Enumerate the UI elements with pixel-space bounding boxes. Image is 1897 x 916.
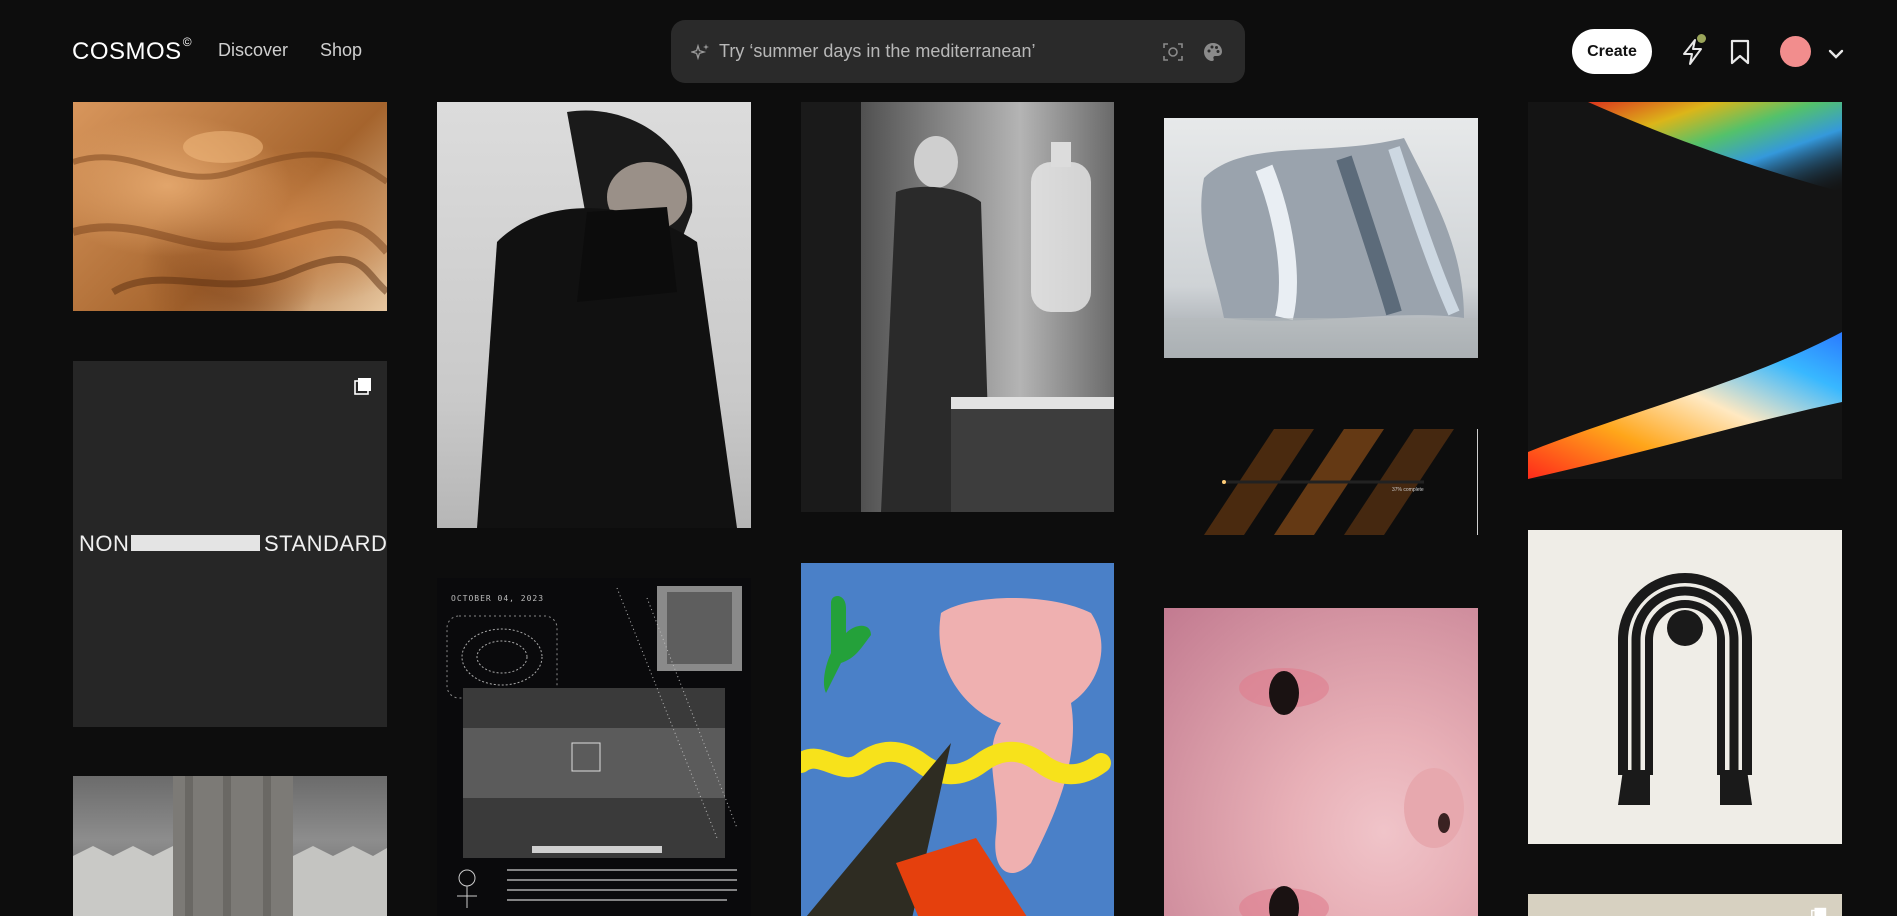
- progress-caption: 37% complete: [1392, 487, 1424, 493]
- cosmos-logo[interactable]: COSMOS©: [72, 35, 193, 66]
- multi-image-icon: [354, 378, 371, 395]
- image-tile-lab-scientist[interactable]: [801, 102, 1114, 512]
- image-tile-woman-portrait[interactable]: [437, 102, 751, 528]
- top-bar: COSMOS© Discover Shop Create: [0, 0, 1897, 102]
- censor-bar: [131, 535, 260, 551]
- image-tile-arch-hands[interactable]: [1528, 530, 1842, 844]
- create-button[interactable]: Create: [1572, 29, 1652, 74]
- arch-hands-graphic: [1618, 573, 1752, 805]
- prism-shapes: [1528, 102, 1842, 479]
- standard-text: STANDARD: [264, 531, 387, 556]
- image-tile-prism-light[interactable]: [1528, 102, 1842, 479]
- sparkle-icon: [691, 43, 709, 61]
- image-tile-data-poster[interactable]: OCTOBER 04, 2023: [437, 578, 751, 916]
- logo-mark: ©: [182, 35, 193, 49]
- visual-search-icon[interactable]: [1162, 41, 1184, 63]
- notification-dot: [1697, 34, 1706, 43]
- metal-shapes: [1164, 138, 1478, 358]
- image-tile-beige[interactable]: [1528, 894, 1842, 916]
- search-bar[interactable]: [671, 20, 1245, 83]
- non-text: NON: [79, 531, 130, 556]
- orange-streaks: [1204, 429, 1454, 535]
- lab-shapes: [801, 102, 1114, 512]
- chevron-down-icon[interactable]: [1828, 48, 1844, 60]
- image-tile-textile[interactable]: [73, 776, 387, 916]
- poster-graphics: [446, 586, 742, 908]
- image-tile-sand-sculpture[interactable]: [73, 102, 387, 311]
- bookmark-icon[interactable]: [1729, 38, 1751, 66]
- portrait-shapes: [477, 110, 737, 528]
- logo-text: COSMOS: [72, 38, 182, 65]
- avatar[interactable]: [1780, 36, 1811, 67]
- palette-icon[interactable]: [1202, 41, 1224, 63]
- image-tile-non-standard[interactable]: NON STANDARD: [73, 361, 387, 727]
- collage-shapes: [801, 596, 1111, 916]
- nav-shop[interactable]: Shop: [320, 40, 362, 61]
- image-tile-loading-graphic[interactable]: 37% complete: [1164, 429, 1478, 535]
- search-input[interactable]: [719, 20, 1119, 83]
- image-tile-metal-sculpture[interactable]: [1164, 118, 1478, 358]
- poster-date: OCTOBER 04, 2023: [451, 594, 545, 603]
- sand-texture: [73, 131, 387, 296]
- nav-discover[interactable]: Discover: [218, 40, 288, 61]
- image-tile-abstract-collage[interactable]: [801, 563, 1114, 916]
- multi-image-icon: [1811, 907, 1827, 916]
- image-tile-face-closeup[interactable]: [1164, 608, 1478, 916]
- textile-shapes: [73, 776, 387, 916]
- face-shapes: [1239, 668, 1464, 916]
